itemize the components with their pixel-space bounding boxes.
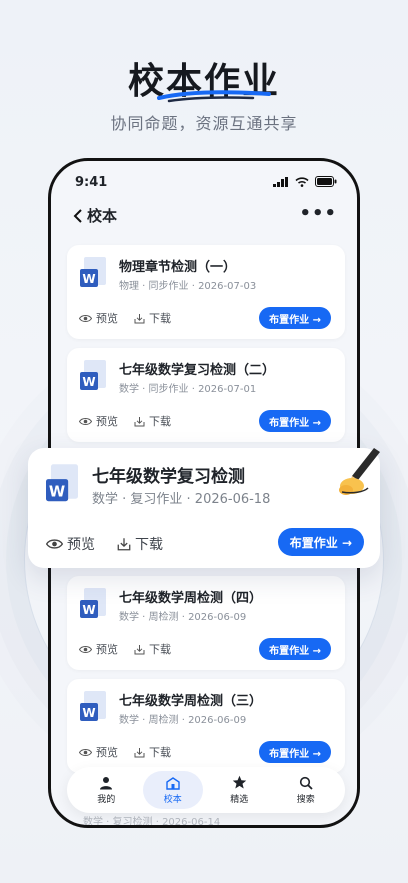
word-doc-icon: W xyxy=(46,464,78,502)
word-letter: W xyxy=(82,272,95,286)
peek-row-meta: 数学 · 复习检测 · 2026-06-14 xyxy=(83,817,221,828)
tab-label: 搜索 xyxy=(296,794,315,805)
nav-bar: 校本 ••• xyxy=(51,203,357,227)
card-title: 七年级数学周检测（四） xyxy=(119,591,263,606)
back-button[interactable]: 校本 xyxy=(73,205,117,226)
eye-icon xyxy=(79,748,92,756)
wifi-icon xyxy=(295,176,309,187)
download-icon xyxy=(117,538,131,551)
writing-hand-icon xyxy=(339,448,380,495)
nav-title: 校本 xyxy=(87,207,118,225)
download-button[interactable]: 下载 xyxy=(134,744,171,760)
assign-homework-button[interactable]: 布置作业 → xyxy=(259,741,331,763)
featured-meta: 数学 · 复习作业 · 2026-06-18 xyxy=(92,492,271,507)
homework-card[interactable]: W 七年级数学复习检测（二） 数学 · 同步作业 · 2026-07-01 预览… xyxy=(67,348,345,442)
preview-label: 预览 xyxy=(96,746,118,759)
battery-icon xyxy=(315,176,337,187)
card-meta: 数学 · 周检测 · 2026-06-09 xyxy=(119,715,247,726)
bottom-tab-bar: 我的 校本 精选 搜索 xyxy=(67,767,345,813)
homework-card[interactable]: W 七年级数学周检测（四） 数学 · 周检测 · 2026-06-09 预览 下… xyxy=(67,576,345,670)
tab-label: 校本 xyxy=(163,794,182,805)
download-label: 下载 xyxy=(149,415,171,428)
download-icon xyxy=(134,313,145,323)
preview-button[interactable]: 预览 xyxy=(79,413,118,429)
card-meta: 物理 · 同步作业 · 2026-07-03 xyxy=(119,281,257,292)
person-icon xyxy=(100,776,113,789)
eye-icon xyxy=(79,645,92,653)
eye-icon xyxy=(79,417,92,425)
preview-button[interactable]: 预览 xyxy=(79,641,118,657)
assign-homework-button[interactable]: 布置作业 → xyxy=(277,528,364,556)
homework-card[interactable]: W 七年级数学周检测（三） 数学 · 周检测 · 2026-06-09 预览 下… xyxy=(67,679,345,773)
tab-featured[interactable]: 精选 xyxy=(209,771,269,809)
download-button[interactable]: 下载 xyxy=(134,641,171,657)
download-icon xyxy=(134,747,145,757)
preview-label: 预览 xyxy=(67,537,95,553)
preview-label: 预览 xyxy=(96,312,118,325)
status-icons xyxy=(273,176,337,187)
word-letter: W xyxy=(82,375,95,389)
tab-label: 精选 xyxy=(230,795,249,805)
download-button[interactable]: 下载 xyxy=(134,310,171,326)
word-letter: W xyxy=(82,603,95,617)
featured-title: 七年级数学复习检测 xyxy=(92,467,245,487)
featured-homework-card[interactable]: W 七年级数学复习检测 数学 · 复习作业 · 2026-06-18 预览 下载… xyxy=(28,448,380,568)
download-icon xyxy=(134,644,145,654)
status-bar: 9:41 xyxy=(51,173,357,193)
word-letter: W xyxy=(82,706,95,720)
status-time: 9:41 xyxy=(75,175,108,190)
preview-button[interactable]: 预览 xyxy=(79,310,118,326)
assign-homework-button[interactable]: 布置作业 → xyxy=(259,638,331,660)
star-icon xyxy=(232,775,246,789)
tab-label: 我的 xyxy=(97,794,116,805)
eye-icon xyxy=(46,539,63,549)
preview-button[interactable]: 预览 xyxy=(79,744,118,760)
building-icon xyxy=(166,776,180,790)
word-doc-icon: W xyxy=(80,257,106,287)
tab-mine[interactable]: 我的 xyxy=(76,771,136,809)
download-label: 下载 xyxy=(149,643,171,656)
brush-underline xyxy=(157,90,271,103)
preview-label: 预览 xyxy=(96,643,118,656)
word-doc-icon: W xyxy=(80,691,106,721)
download-label: 下载 xyxy=(135,537,163,553)
assign-homework-button[interactable]: 布置作业 → xyxy=(259,307,331,329)
more-button[interactable]: ••• xyxy=(299,203,337,224)
hero-subtitle: 协同命题，资源互通共享 xyxy=(110,114,298,133)
download-icon xyxy=(134,416,145,426)
card-title: 七年级数学复习检测（二） xyxy=(119,363,276,378)
download-button[interactable]: 下载 xyxy=(134,413,171,429)
card-title: 七年级数学周检测（三） xyxy=(119,694,263,709)
search-icon xyxy=(299,776,313,790)
homework-card[interactable]: W 物理章节检测（一） 物理 · 同步作业 · 2026-07-03 预览 下载… xyxy=(67,245,345,339)
word-doc-icon: W xyxy=(80,360,106,390)
card-title: 物理章节检测（一） xyxy=(119,260,237,275)
card-meta: 数学 · 同步作业 · 2026-07-01 xyxy=(119,384,257,395)
card-meta: 数学 · 周检测 · 2026-06-09 xyxy=(119,612,247,623)
chevron-left-icon xyxy=(73,208,82,223)
eye-icon xyxy=(79,314,92,322)
preview-button[interactable]: 预览 xyxy=(46,534,95,554)
preview-label: 预览 xyxy=(96,415,118,428)
tab-search[interactable]: 搜索 xyxy=(276,771,336,809)
signal-icon xyxy=(273,176,288,187)
download-button[interactable]: 下载 xyxy=(117,534,163,554)
download-label: 下载 xyxy=(149,746,171,759)
word-letter: W xyxy=(49,483,65,500)
assign-homework-button[interactable]: 布置作业 → xyxy=(259,410,331,432)
download-label: 下载 xyxy=(149,312,171,325)
tab-school[interactable]: 校本 xyxy=(142,771,203,809)
word-doc-icon: W xyxy=(80,588,106,618)
